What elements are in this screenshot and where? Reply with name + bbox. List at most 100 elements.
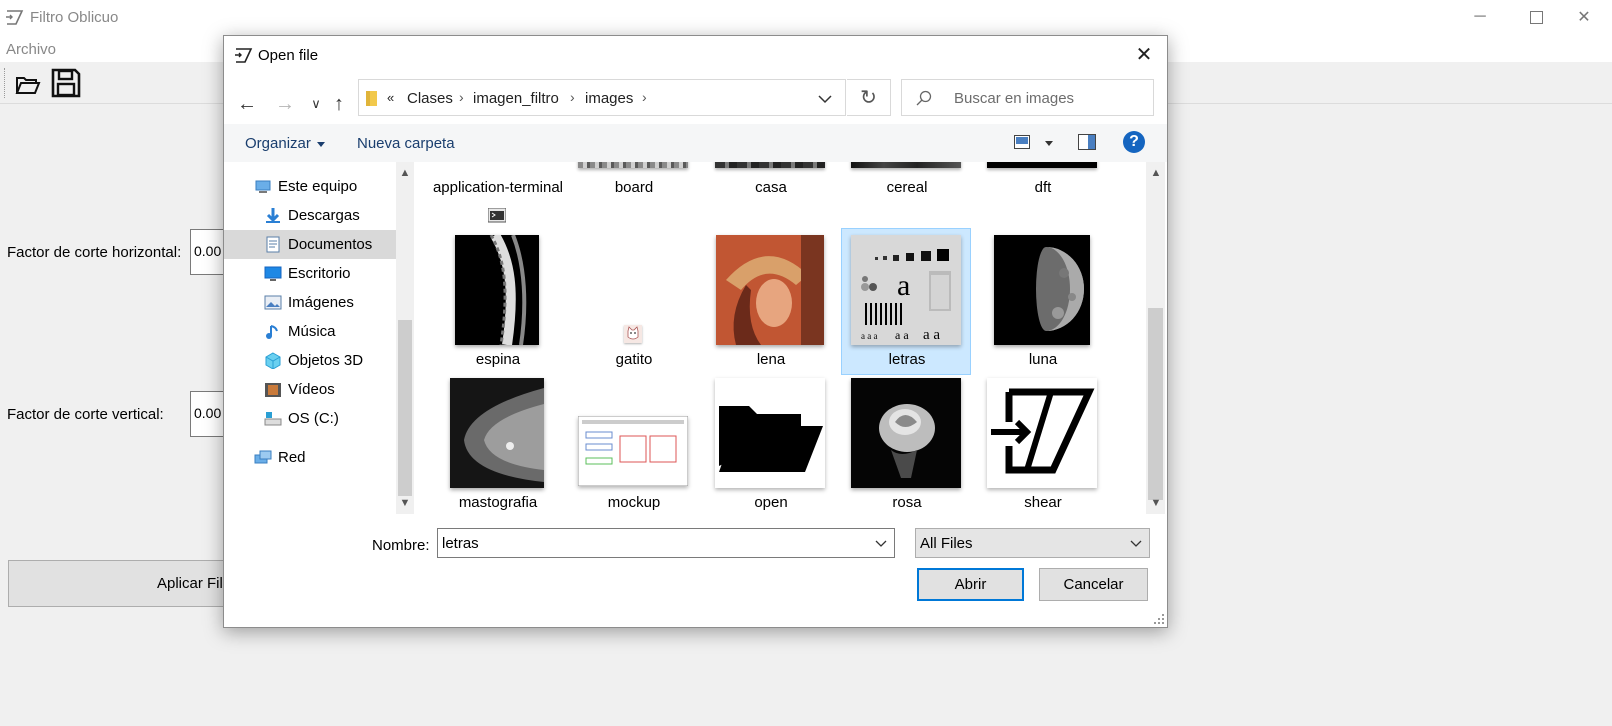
mockup-image bbox=[578, 416, 688, 486]
file-name: dft bbox=[1034, 179, 1052, 196]
file-thumbnail bbox=[578, 162, 688, 168]
menu-archivo[interactable]: Archivo bbox=[6, 41, 56, 58]
address-bar[interactable]: « Clases › imagen_filtro › images › bbox=[358, 79, 846, 116]
file-thumbnail bbox=[715, 162, 825, 168]
breadcrumb-separator-icon[interactable]: › bbox=[570, 89, 575, 105]
toolbar-grip bbox=[4, 68, 5, 98]
nav-item-vídeos[interactable]: Vídeos bbox=[224, 375, 396, 404]
view-options-icon[interactable] bbox=[1014, 135, 1030, 149]
nav-item-red[interactable]: Red bbox=[224, 443, 396, 472]
apply-filter-button[interactable]: Aplicar Filtro bbox=[8, 560, 258, 607]
refresh-icon: ↻ bbox=[860, 87, 877, 109]
filename-value: letras bbox=[442, 535, 479, 552]
nav-item-os-c-[interactable]: OS (C:) bbox=[224, 404, 396, 433]
arrow-right-icon: → bbox=[275, 92, 295, 115]
nav-item-label: Vídeos bbox=[288, 381, 335, 398]
nav-item-label: OS (C:) bbox=[288, 410, 339, 427]
cancel-button[interactable]: Cancelar bbox=[1039, 568, 1148, 601]
up-button[interactable]: ↑ bbox=[326, 90, 352, 118]
nav-scrollbar[interactable]: ▲ ▼ bbox=[396, 162, 414, 514]
search-placeholder: Buscar en images bbox=[954, 90, 1075, 107]
scroll-up-icon[interactable]: ▲ bbox=[1149, 166, 1163, 180]
open-button[interactable]: Abrir bbox=[917, 568, 1024, 601]
svg-text:a a: a a bbox=[923, 327, 940, 343]
breadcrumb-separator-icon[interactable]: › bbox=[642, 89, 647, 105]
nav-item-descargas[interactable]: Descargas bbox=[224, 201, 396, 230]
nav-item-este-equipo[interactable]: Este equipo bbox=[224, 172, 396, 201]
nav-item-música[interactable]: Música bbox=[224, 317, 396, 346]
scroll-down-icon[interactable]: ▼ bbox=[1149, 496, 1163, 510]
back-button[interactable]: ← bbox=[234, 90, 260, 118]
file-name: board bbox=[614, 179, 654, 196]
nav-item-escritorio[interactable]: Escritorio bbox=[224, 259, 396, 288]
terminal-icon bbox=[488, 208, 506, 223]
close-button[interactable]: ✕ bbox=[1556, 0, 1612, 34]
dialog-title: Open file bbox=[258, 47, 319, 64]
file-thumbnail bbox=[983, 377, 1101, 489]
horizontal-factor-label: Factor de corte horizontal: bbox=[7, 244, 182, 261]
vertical-factor-label: Factor de corte vertical: bbox=[7, 406, 164, 423]
svg-text:a: a bbox=[897, 269, 910, 302]
chevron-down-icon[interactable] bbox=[815, 89, 835, 109]
file-name: mockup bbox=[607, 494, 661, 511]
save-icon[interactable] bbox=[50, 67, 82, 99]
lena-image bbox=[716, 235, 824, 345]
file-thumbnail bbox=[851, 162, 961, 168]
file-name: shear bbox=[1024, 494, 1062, 511]
help-icon[interactable]: ? bbox=[1123, 131, 1145, 153]
shear-app-icon bbox=[6, 10, 24, 25]
preview-pane-icon[interactable] bbox=[1078, 134, 1096, 150]
nav-scroll-thumb[interactable] bbox=[398, 320, 412, 496]
new-folder-button[interactable]: Nueva carpeta bbox=[357, 135, 455, 152]
breadcrumb-clases[interactable]: Clases bbox=[407, 90, 453, 107]
chevron-down-icon[interactable] bbox=[874, 536, 888, 550]
organize-menu[interactable]: Organizar bbox=[245, 135, 325, 152]
breadcrumb-separator-icon[interactable]: › bbox=[459, 89, 464, 105]
nav-item-label: Este equipo bbox=[278, 178, 358, 195]
file-name: luna bbox=[1028, 351, 1058, 368]
videos-icon bbox=[265, 383, 281, 397]
file-thumbnail bbox=[574, 377, 692, 489]
forward-button[interactable]: → bbox=[272, 90, 298, 118]
file-name: mastografia bbox=[458, 494, 538, 511]
chevron-down-icon bbox=[1130, 540, 1142, 547]
mammography-image bbox=[450, 378, 544, 488]
breadcrumb-images[interactable]: images bbox=[585, 90, 633, 107]
nav-item-imágenes[interactable]: Imágenes bbox=[224, 288, 396, 317]
svg-text:a a: a a bbox=[895, 328, 909, 342]
file-list-scrollbar[interactable]: ▲ ▼ bbox=[1146, 162, 1165, 514]
nav-item-label: Descargas bbox=[288, 207, 360, 224]
refresh-button[interactable]: ↻ bbox=[847, 79, 891, 116]
nav-item-documentos[interactable]: Documentos bbox=[224, 230, 396, 259]
minimize-icon: ─ bbox=[1474, 8, 1486, 25]
filename-input[interactable]: letras bbox=[437, 528, 895, 558]
file-name: open bbox=[754, 494, 788, 511]
file-type-select[interactable]: All Files bbox=[915, 528, 1150, 558]
search-box[interactable]: Buscar en images bbox=[901, 79, 1154, 116]
resize-grip-icon[interactable] bbox=[1153, 613, 1165, 625]
dialog-close-button[interactable]: ✕ bbox=[1121, 36, 1167, 72]
file-thumbnail bbox=[438, 377, 556, 489]
minimize-button[interactable]: ─ bbox=[1452, 0, 1508, 34]
breadcrumb-imagen-filtro[interactable]: imagen_filtro bbox=[473, 90, 559, 107]
nav-item-objetos-3d[interactable]: Objetos 3D bbox=[224, 346, 396, 375]
file-thumbnail bbox=[987, 162, 1097, 168]
file-thumbnail bbox=[983, 234, 1101, 346]
file-scroll-thumb[interactable] bbox=[1148, 308, 1163, 500]
file-name: casa bbox=[755, 179, 787, 196]
nav-item-label: Escritorio bbox=[288, 265, 351, 282]
nav-item-label: Música bbox=[288, 323, 336, 340]
caret-down-icon[interactable] bbox=[1045, 141, 1053, 146]
documents-icon bbox=[266, 236, 280, 253]
file-name: espina bbox=[475, 351, 521, 368]
pictures-icon bbox=[264, 295, 282, 310]
file-thumbnail bbox=[711, 234, 829, 346]
file-name: cereal bbox=[886, 179, 928, 196]
breadcrumb-overflow[interactable]: « bbox=[387, 90, 394, 105]
moon-image bbox=[994, 235, 1090, 345]
scroll-up-icon[interactable]: ▲ bbox=[398, 166, 412, 180]
computer-icon bbox=[255, 180, 271, 193]
open-folder-icon[interactable] bbox=[14, 71, 42, 99]
maximize-icon bbox=[1529, 10, 1543, 24]
scroll-down-icon[interactable]: ▼ bbox=[398, 496, 412, 510]
